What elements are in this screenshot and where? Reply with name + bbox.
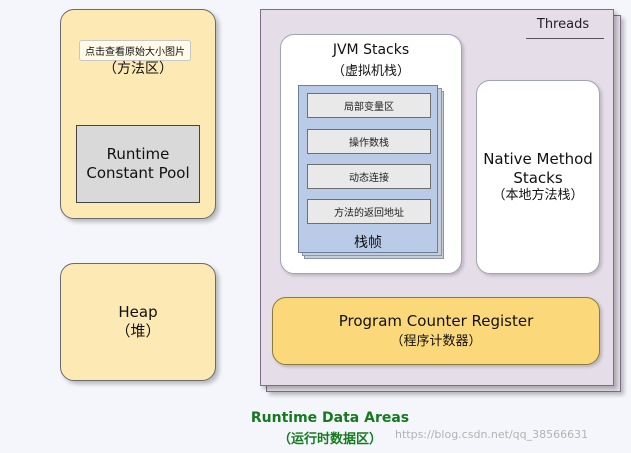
threads-underline xyxy=(526,38,604,39)
native-stacks-line1: Native Method xyxy=(483,150,593,169)
native-stacks-line3: （本地方法栈） xyxy=(492,187,584,203)
program-counter-register: Program Counter Register （程序计数器） xyxy=(272,297,600,365)
runtime-constant-pool: Runtime Constant Pool xyxy=(76,125,200,203)
stack-frame-slot-local-variables: 局部变量区 xyxy=(307,93,431,118)
constant-pool-line2: Constant Pool xyxy=(86,164,190,182)
constant-pool-line1: Runtime xyxy=(106,145,170,164)
runtime-data-areas-subtitle: （运行时数据区） xyxy=(277,432,382,447)
jvm-stacks-subtitle: （虚拟机栈） xyxy=(331,64,410,79)
runtime-data-areas-title: Runtime Data Areas xyxy=(250,410,410,426)
threads-label: Threads xyxy=(536,17,590,32)
watermark-url: https://blog.csdn.net/qq_38566631 xyxy=(395,428,589,441)
native-stacks-line2: Stacks xyxy=(513,168,563,187)
pc-register-line1: Program Counter Register xyxy=(338,312,534,330)
jvm-stacks-title: JVM Stacks xyxy=(332,42,410,58)
stack-frame-label: 栈帧 xyxy=(354,235,382,251)
stack-frame-slot-dynamic-linking: 动态连接 xyxy=(307,164,431,189)
heap: Heap （堆） xyxy=(60,263,216,381)
pc-register-line2: （程序计数器） xyxy=(390,333,482,349)
heap-line1: Heap xyxy=(118,303,158,322)
native-method-stacks: Native Method Stacks （本地方法栈） xyxy=(476,80,600,274)
heap-line2: （堆） xyxy=(115,322,161,340)
stack-frame-slot-operand-stack: 操作数栈 xyxy=(307,129,431,154)
stack-frame-slot-return-address: 方法的返回地址 xyxy=(307,199,431,224)
method-area-label: （方法区） xyxy=(103,61,173,77)
